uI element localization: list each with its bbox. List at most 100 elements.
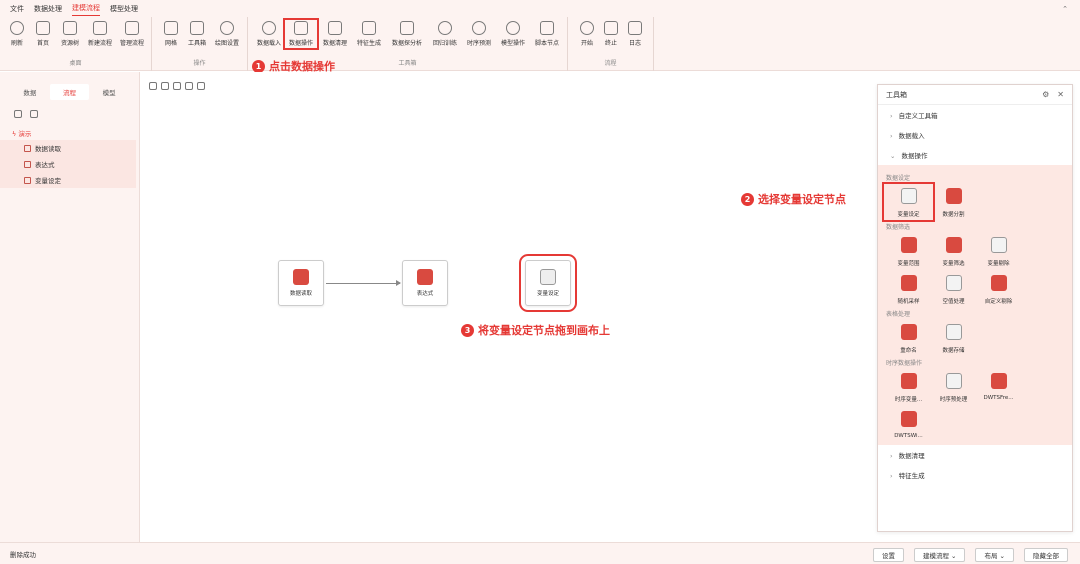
- regression-icon: [438, 21, 452, 35]
- add-icon[interactable]: [14, 110, 22, 118]
- tool-dwtswi[interactable]: DWTSWi...: [886, 409, 931, 439]
- flow-select-button[interactable]: 建模流程 ⌄: [913, 548, 966, 562]
- callout-step-2: 2 选择变量设定节点: [741, 191, 846, 207]
- toolbox-category[interactable]: › 特征生成: [878, 465, 1072, 485]
- chevron-right-icon: ›: [890, 132, 893, 140]
- category-label: 数据操作: [901, 152, 928, 160]
- center-icon[interactable]: [161, 82, 169, 90]
- tool-data-split[interactable]: 数据分割: [931, 186, 976, 218]
- new-flow-button[interactable]: 新建流程: [85, 21, 115, 47]
- data-operation-button[interactable]: 数据操作: [283, 18, 319, 50]
- left-tools: [0, 106, 139, 122]
- tool-variable-set[interactable]: 变量设定: [882, 182, 935, 222]
- section-title: 时序数据操作: [886, 360, 923, 367]
- data-store-icon: [945, 324, 962, 340]
- canvas-node-data-read[interactable]: 数据读取: [278, 260, 324, 306]
- category-label: 数据载入: [898, 132, 925, 140]
- toolbox-category[interactable]: › 自定义工具箱: [878, 105, 1072, 125]
- toolbox-category[interactable]: › 数据清理: [878, 445, 1072, 465]
- tab-data[interactable]: 数据: [10, 84, 50, 100]
- menu-modeling-flow[interactable]: 建模流程: [72, 1, 100, 16]
- ribbon-group-title: 流程: [604, 60, 617, 67]
- gear-icon[interactable]: ⚙: [1042, 90, 1049, 99]
- tree-item[interactable]: 表达式: [0, 156, 136, 172]
- data-load-button[interactable]: 数据载入: [254, 21, 284, 47]
- script-node-button[interactable]: 脚本节点: [532, 21, 562, 47]
- toolbox-button[interactable]: 工具箱: [182, 21, 212, 47]
- tool-data-store[interactable]: 数据存储: [931, 322, 976, 354]
- tool-time-series-variable[interactable]: 时序变量...: [886, 371, 931, 403]
- data-cleaning-button[interactable]: 数据清理: [320, 21, 350, 47]
- tab-model[interactable]: 模型: [89, 84, 129, 100]
- toolbox-header: 工具箱 ⚙ ✕: [878, 85, 1072, 105]
- log-button[interactable]: 日志: [620, 21, 650, 47]
- feature-generation-button[interactable]: 特征生成: [354, 21, 384, 47]
- hide-all-button[interactable]: 隐藏全部: [1024, 548, 1068, 562]
- tool-random-sample[interactable]: 随机采样: [886, 273, 931, 305]
- tab-flow[interactable]: 流程: [49, 84, 90, 100]
- section-title: 数据筛选: [886, 224, 911, 231]
- category-label: 数据清理: [898, 452, 925, 460]
- home-button[interactable]: 首页: [28, 21, 58, 47]
- tool-null-handling[interactable]: 空值处理: [931, 273, 976, 305]
- ribbon-group-flow: 开始 终止 日志 流程: [568, 17, 654, 71]
- regression-training-button[interactable]: 回归训练: [430, 21, 460, 47]
- canvas-toolbar: [149, 82, 205, 90]
- tree-root[interactable]: ϟ 演示: [0, 122, 139, 140]
- step-badge: 1: [252, 59, 265, 73]
- section-grid: 变量设定 数据分割: [882, 182, 1064, 222]
- expression-icon: [24, 160, 31, 168]
- time-series-preprocess-icon: [945, 373, 962, 389]
- chevron-right-icon: ›: [890, 452, 893, 460]
- tree-item[interactable]: 数据读取: [0, 140, 136, 156]
- fit-view-icon[interactable]: [149, 82, 157, 90]
- reset-zoom-icon[interactable]: [197, 82, 205, 90]
- status-bar: 删除成功 设置 建模流程 ⌄ 布局 ⌄ 隐藏全部: [0, 542, 1080, 564]
- tool-dwtsfre[interactable]: DWTSFre...: [976, 371, 1021, 403]
- resource-tree-button[interactable]: 资源树: [55, 21, 85, 47]
- node-label: 表达式: [416, 291, 434, 297]
- tree-item[interactable]: 变量设定: [0, 172, 136, 188]
- left-panel: 数据 流程 模型 ϟ 演示 数据读取 表达式 变量设定: [0, 72, 140, 542]
- zoom-in-icon[interactable]: [173, 82, 181, 90]
- manage-flow-button[interactable]: 管理流程: [117, 21, 147, 47]
- settings-icon[interactable]: [30, 110, 38, 118]
- tool-custom-remove[interactable]: 自定义剔除: [976, 273, 1021, 305]
- collapse-ribbon-icon[interactable]: ⌃: [1062, 3, 1068, 15]
- tool-rename[interactable]: 重命名: [886, 322, 931, 354]
- settings-button[interactable]: 设置: [872, 548, 904, 562]
- canvas-edge[interactable]: [326, 280, 401, 286]
- step-badge: 2: [741, 192, 754, 206]
- data-cleaning-icon: [328, 21, 342, 35]
- variable-set-icon: [540, 269, 556, 285]
- close-icon[interactable]: ✕: [1057, 90, 1064, 99]
- time-series-button[interactable]: 时序预测: [464, 21, 494, 47]
- menu-file[interactable]: 文件: [10, 2, 24, 16]
- variable-remove-icon: [990, 237, 1007, 253]
- draw-settings-button[interactable]: 绘图设置: [212, 21, 242, 47]
- zoom-out-icon[interactable]: [185, 82, 193, 90]
- toolbox-category-open[interactable]: ⌄ 数据操作: [878, 145, 1072, 165]
- tool-variable-filter[interactable]: 变量筛选: [931, 235, 976, 267]
- toolbox-category[interactable]: › 数据载入: [878, 125, 1072, 145]
- data-analysis-button[interactable]: 数据探分析: [392, 21, 422, 47]
- section-title: 表格处理: [886, 311, 911, 318]
- chevron-down-icon: ⌄: [890, 152, 896, 160]
- left-tabs: 数据 流程 模型: [0, 72, 139, 106]
- variable-set-icon: [24, 176, 31, 184]
- model-operation-button[interactable]: 模型操作: [498, 21, 528, 47]
- layout-button[interactable]: 布局 ⌄: [975, 548, 1014, 562]
- menu-data-processing[interactable]: 数据处理: [34, 2, 62, 16]
- grid-icon: [164, 21, 178, 35]
- menu-model-processing[interactable]: 模型处理: [110, 2, 138, 16]
- tool-variable-range[interactable]: 变量范围: [886, 235, 931, 267]
- canvas-node-variable-set[interactable]: 变量设定: [519, 254, 577, 312]
- flow-canvas[interactable]: 数据读取 表达式 变量设定: [141, 72, 876, 542]
- callout-step-3: 3 将变量设定节点拖到画布上: [461, 322, 610, 338]
- chevron-right-icon: ›: [890, 472, 893, 480]
- tool-time-series-preprocess[interactable]: 时序预处理: [931, 371, 976, 403]
- tool-variable-remove[interactable]: 变量剔除: [976, 235, 1021, 267]
- step-badge: 3: [461, 323, 474, 337]
- canvas-node-expression[interactable]: 表达式: [402, 260, 448, 306]
- tree-item-label: 数据读取: [35, 145, 61, 153]
